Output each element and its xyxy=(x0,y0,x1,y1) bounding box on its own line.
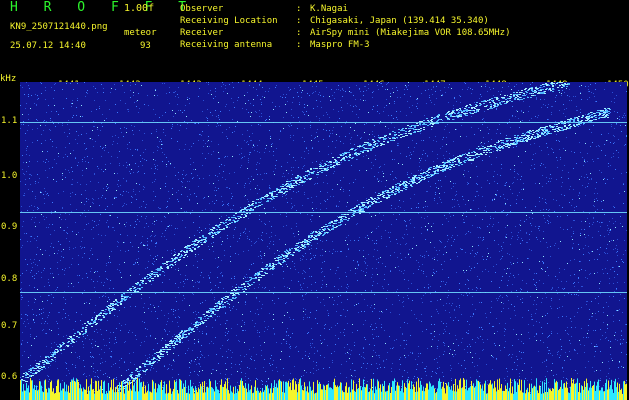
datetime-label: 25.07.12 14:40 xyxy=(10,41,86,51)
frequency-unit-label: kHz xyxy=(0,74,17,84)
y-tick-label: 1.0 xyxy=(1,171,18,181)
spectrogram-canvas xyxy=(20,82,627,400)
spectrogram-plot xyxy=(20,82,627,400)
filename-label: KN9_2507121440.png xyxy=(10,22,108,32)
version-label: 1.00f xyxy=(124,3,155,14)
app-title: H R O F F T xyxy=(10,0,196,15)
info-row-observer: Observer: K.Nagai xyxy=(180,4,348,14)
meteor-label: meteor xyxy=(124,28,157,38)
info-row-antenna: Receiving antenna: Maspro FM-3 xyxy=(180,40,370,50)
header-panel: H R O F F T 1.00f KN9_2507121440.png met… xyxy=(0,0,629,76)
y-tick-label: 0.8 xyxy=(1,274,18,284)
meteor-count: 93 xyxy=(140,41,151,51)
y-tick-label: 0.7 xyxy=(1,321,18,331)
y-tick-label: 1.1 xyxy=(1,116,18,126)
y-tick-label: 0.9 xyxy=(1,222,18,232)
info-row-location: Receiving Location: Chigasaki, Japan (139… xyxy=(180,16,489,26)
station-info: Observer: K.Nagai Receiving Location: Chig… xyxy=(180,3,510,51)
info-row-receiver: Receiver: AirSpy mini (Miakejima VOR 108.… xyxy=(180,28,511,38)
y-tick-label: 0.6 xyxy=(1,372,18,382)
